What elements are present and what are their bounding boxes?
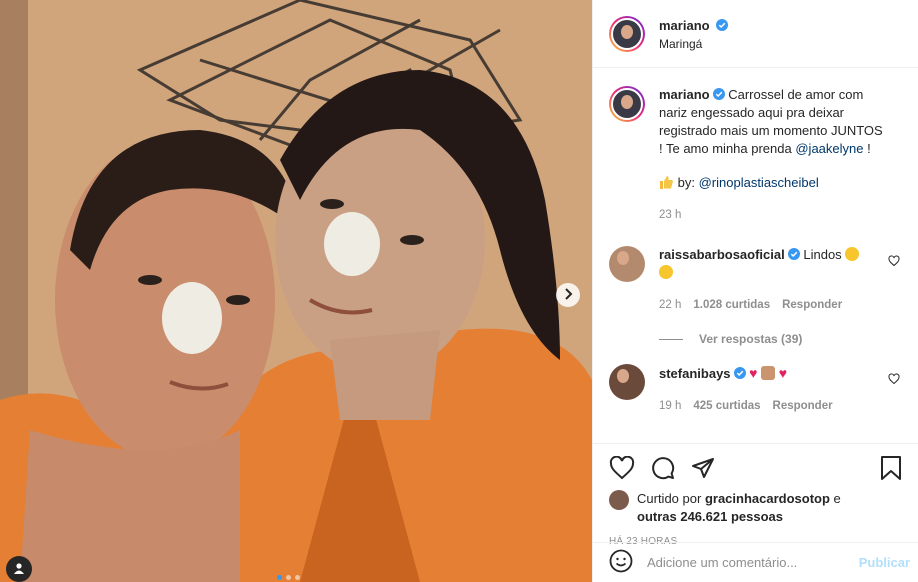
comment-likes[interactable]: 425 curtidas — [693, 397, 760, 415]
comment-likes[interactable]: 1.028 curtidas — [693, 296, 770, 314]
caption: mariano Carrossel de amor com nariz enge… — [609, 86, 902, 224]
comment: stefanibays ♥ ♥ 19 h 425 curtidas Respon… — [609, 364, 902, 415]
heart-eyes-emoji-icon — [845, 247, 860, 261]
heart-eyes-emoji-icon — [659, 265, 673, 279]
comment: raissabarbosaoficial Lindos 22 h 1.028 c… — [609, 246, 902, 314]
post-location[interactable]: Maringá — [659, 37, 728, 51]
post-actions: Curtido por gracinhacardosotop e outras … — [593, 443, 918, 582]
author-username[interactable]: mariano — [659, 18, 710, 33]
hand-emoji-icon — [761, 366, 776, 380]
comments-section: mariano Carrossel de amor com nariz enge… — [593, 68, 918, 443]
carousel-dots — [277, 575, 300, 580]
comment-avatar[interactable] — [609, 364, 645, 400]
instagram-post-modal: mariano Maringá mariano Carrossel de amo… — [0, 0, 918, 582]
replies-divider — [659, 338, 683, 340]
comment-username[interactable]: raissabarbosaoficial — [659, 247, 785, 262]
view-replies-label: Ver respostas (39) — [699, 332, 803, 346]
bookmark-icon[interactable] — [880, 455, 902, 484]
next-photo-button[interactable] — [556, 283, 580, 307]
post-side-panel: mariano Maringá mariano Carrossel de amo… — [592, 0, 918, 582]
heart-icon[interactable] — [888, 254, 900, 270]
caption-username[interactable]: mariano — [659, 87, 710, 102]
likes-prefix: Curtido por — [637, 491, 702, 506]
carousel-dot — [286, 575, 291, 580]
caption-time[interactable]: 23 h — [659, 206, 681, 224]
post-header: mariano Maringá — [593, 0, 918, 68]
add-comment-bar: Publicar — [593, 542, 918, 582]
emoji-icon[interactable] — [609, 549, 633, 576]
verified-icon — [716, 18, 729, 31]
liker-username[interactable]: gracinhacardosotop — [705, 491, 830, 506]
chevron-right-icon — [563, 287, 573, 303]
comment-icon[interactable] — [651, 456, 675, 483]
post-photo[interactable] — [0, 0, 592, 582]
reply-button[interactable]: Responder — [782, 296, 842, 314]
caption-mention[interactable]: @jaakelyne — [795, 141, 863, 156]
carousel-dot — [277, 575, 282, 580]
share-icon[interactable] — [691, 456, 715, 483]
verified-icon — [712, 88, 725, 100]
carousel-dot — [295, 575, 300, 580]
likes-others-count[interactable]: outras 246.621 pessoas — [637, 509, 783, 524]
liker-avatar[interactable] — [609, 490, 629, 510]
comment-avatar[interactable] — [609, 246, 645, 282]
publish-button[interactable]: Publicar — [859, 555, 910, 570]
caption-avatar[interactable] — [609, 86, 645, 122]
comment-time[interactable]: 19 h — [659, 397, 681, 415]
user-tags-button[interactable] — [6, 556, 32, 582]
red-heart-emoji-icon: ♥ — [778, 365, 788, 381]
comment-input[interactable] — [647, 555, 859, 570]
credit-prefix: by: — [677, 175, 695, 190]
likes-conjunction: e — [829, 491, 841, 506]
comment-time[interactable]: 22 h — [659, 296, 681, 314]
user-tag-icon — [13, 561, 25, 577]
author-avatar[interactable] — [609, 15, 645, 52]
heart-icon[interactable] — [609, 455, 635, 483]
view-replies-button[interactable]: Ver respostas (39) — [609, 332, 902, 346]
likes-summary: Curtido por gracinhacardosotop e outras … — [609, 490, 902, 526]
comment-text: Lindos — [803, 247, 842, 262]
heart-icon[interactable] — [888, 372, 900, 388]
verified-icon — [787, 248, 800, 260]
caption-credit: by: @rinoplastiascheibel — [659, 174, 889, 192]
verified-icon — [733, 367, 746, 379]
comment-username[interactable]: stefanibays — [659, 366, 731, 381]
photo-illustration — [0, 0, 592, 582]
reply-button[interactable]: Responder — [773, 397, 833, 415]
red-heart-emoji-icon: ♥ — [749, 365, 758, 381]
thumbs-up-emoji-icon — [659, 175, 674, 190]
caption-tail: ! — [863, 141, 871, 156]
credit-mention[interactable]: @rinoplastiascheibel — [699, 175, 819, 190]
